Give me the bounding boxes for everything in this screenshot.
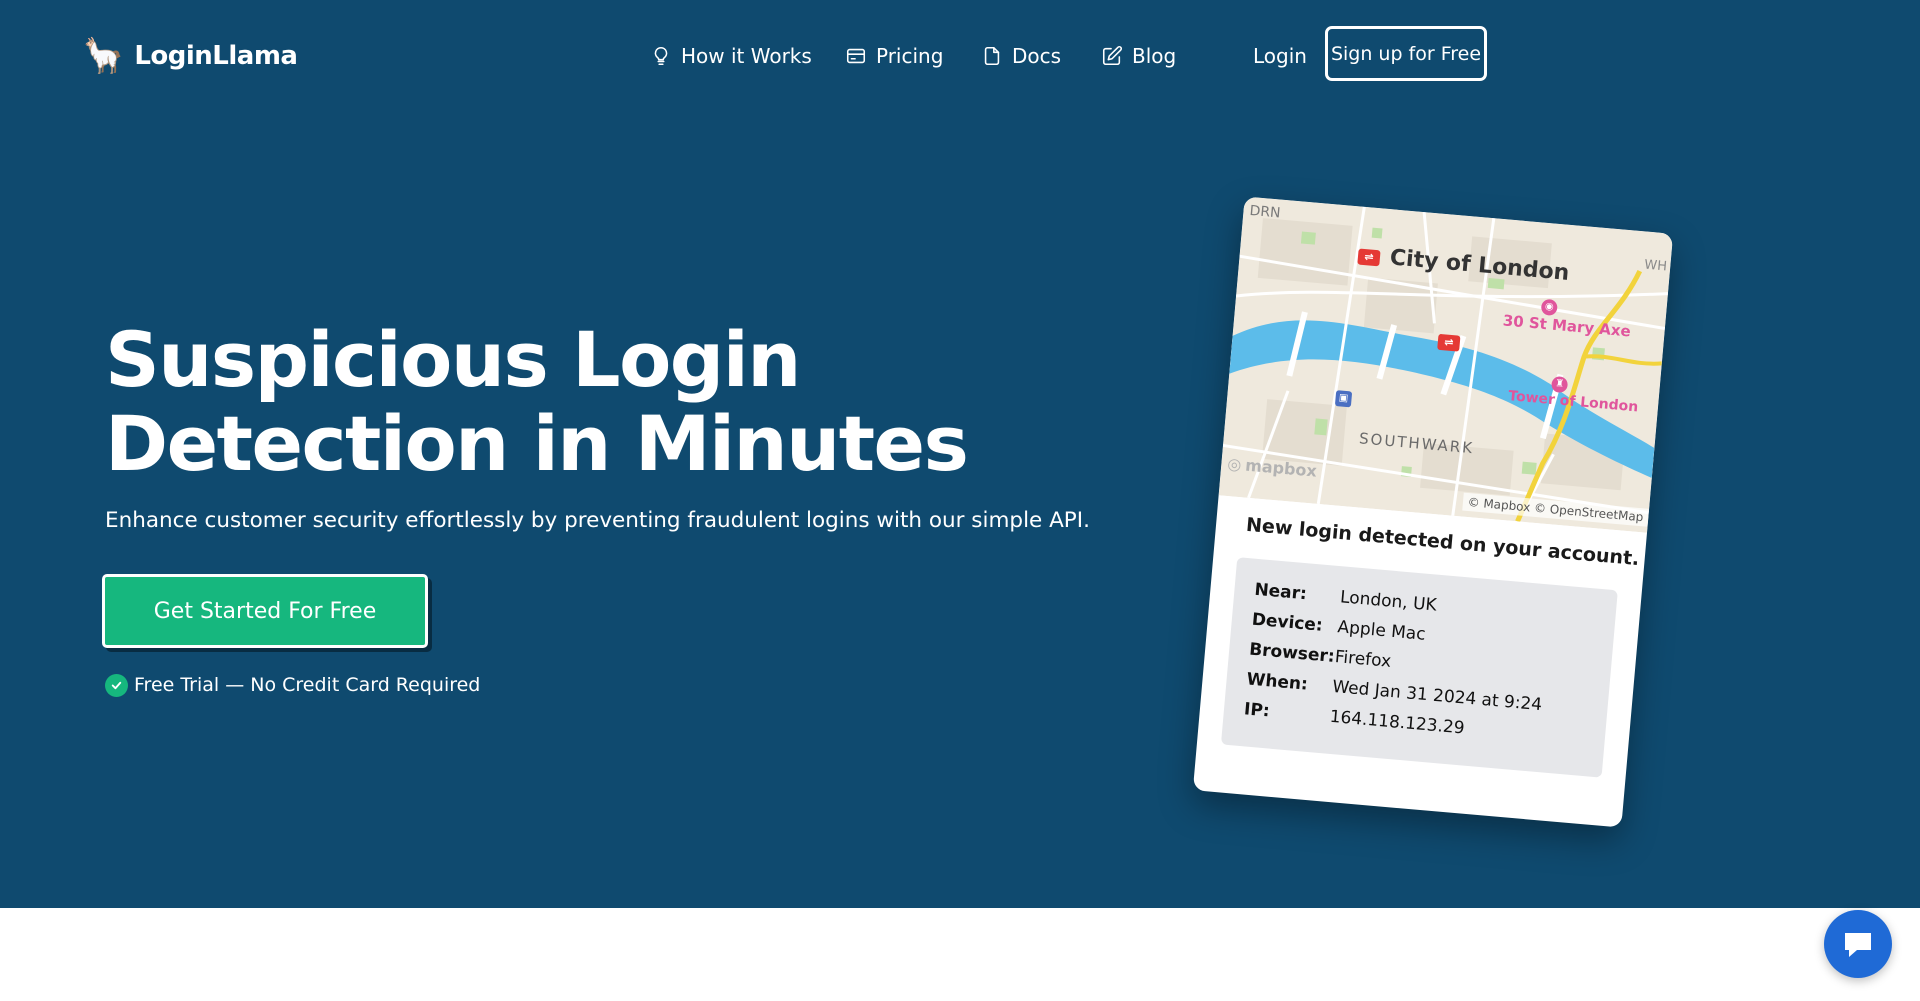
nav-docs[interactable]: Docs	[981, 36, 1061, 76]
lightbulb-icon	[654, 46, 668, 66]
brand-name: LoginLlama	[134, 41, 298, 71]
llama-icon: 🦙	[82, 36, 125, 76]
detail-key: Browser:	[1248, 639, 1336, 667]
detail-value: Apple Mac	[1336, 617, 1427, 645]
detail-key: IP:	[1243, 699, 1271, 722]
detail-key: When:	[1245, 669, 1309, 695]
detail-key: Near:	[1253, 579, 1308, 605]
detail-value: London, UK	[1339, 587, 1438, 616]
login-details: Near: London, UK Device: Apple Mac Brows…	[1220, 557, 1618, 778]
detail-key: Device:	[1251, 609, 1324, 636]
nav-label: Pricing	[876, 44, 944, 68]
login-alert-card: DRN WH City of London 30 St Mary Axe Tow…	[1192, 196, 1674, 828]
hero-subheadline: Enhance customer security effortlessly b…	[105, 508, 1090, 533]
nav-pricing[interactable]: Pricing	[845, 36, 943, 76]
chat-bubble-icon	[1845, 933, 1871, 957]
brand-logo[interactable]: 🦙 LoginLlama	[82, 36, 298, 76]
detail-value: 164.118.123.29	[1328, 706, 1466, 739]
rail-station-icon: ⇌	[1357, 248, 1381, 267]
map-label: WH	[1643, 257, 1668, 275]
signup-button[interactable]: Sign up for Free	[1325, 26, 1487, 81]
check-circle-icon	[105, 673, 128, 697]
rail-station-icon: ⇌	[1437, 333, 1461, 352]
hero-section: 🦙 LoginLlama How it Works Pricing Docs B…	[0, 0, 1920, 908]
mapbox-logo-icon: ◎	[1226, 453, 1243, 475]
detail-value: Firefox	[1334, 647, 1392, 672]
map-label: DRN	[1248, 202, 1282, 222]
nav-blog[interactable]: Blog	[1101, 36, 1176, 76]
pencil-square-icon	[1102, 46, 1122, 66]
nav-label: Docs	[1012, 44, 1062, 68]
bus-stop-icon: ▣	[1334, 390, 1353, 408]
trial-note-text: Free Trial — No Credit Card Required	[134, 674, 481, 696]
login-link[interactable]: Login	[1253, 36, 1307, 76]
chat-launcher-button[interactable]	[1824, 910, 1892, 978]
nav-how-it-works[interactable]: How it Works	[650, 36, 812, 76]
trial-note: Free Trial — No Credit Card Required	[105, 671, 480, 699]
hero-headline: Suspicious Login Detection in Minutes	[105, 315, 969, 488]
map-image	[1218, 196, 1674, 533]
credit-card-icon	[846, 48, 866, 64]
location-map[interactable]: DRN WH City of London 30 St Mary Axe Tow…	[1218, 196, 1674, 533]
nav-label: How it Works	[681, 44, 812, 68]
document-icon	[984, 46, 1000, 66]
nav-label: Blog	[1132, 44, 1177, 68]
get-started-button[interactable]: Get Started For Free	[102, 574, 428, 648]
